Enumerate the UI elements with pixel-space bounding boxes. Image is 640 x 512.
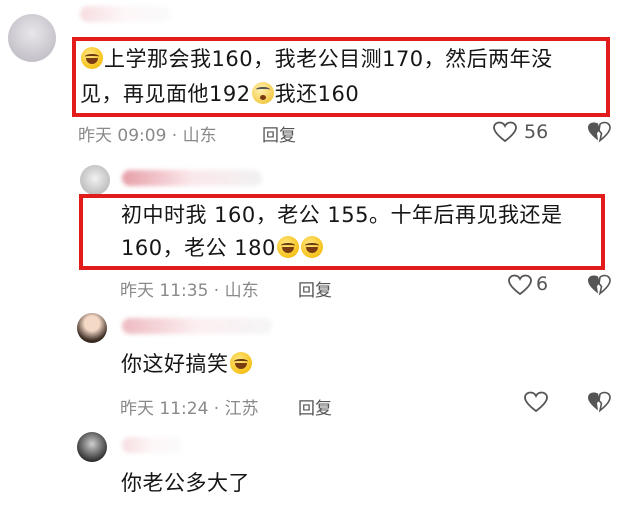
username-redacted: [122, 170, 262, 186]
laughing-emoji-icon: [81, 47, 103, 69]
username-redacted: [80, 6, 170, 22]
reply-button[interactable]: 回复: [298, 394, 332, 419]
comment-text: 你这好搞笑: [121, 348, 253, 381]
heart-icon[interactable]: [508, 274, 532, 296]
like-count: 6: [536, 273, 549, 295]
avatar[interactable]: [80, 165, 110, 195]
comment-text: 见，再见面他192 我还160: [80, 82, 360, 106]
like-count: 56: [524, 121, 549, 143]
avatar[interactable]: [77, 313, 107, 343]
laughing-emoji-icon: [300, 236, 323, 258]
laughing-emoji-icon: [276, 236, 299, 258]
laughing-emoji-icon: [229, 352, 252, 374]
broken-heart-icon[interactable]: [587, 391, 611, 413]
comment-text: 初中时我 160，老公 155。十年后再见我还是: [121, 203, 563, 227]
broken-heart-icon[interactable]: [587, 121, 611, 143]
avatar[interactable]: [77, 432, 107, 462]
comment-meta: 昨天 11:35 · 山东: [120, 281, 259, 301]
reply-button[interactable]: 回复: [262, 121, 296, 146]
comment-text: 你老公多大了: [121, 471, 250, 495]
comment-text: 上学那会我160，我老公目测170，然后两年没: [80, 43, 553, 76]
comment-meta: 昨天 09:09 · 山东: [78, 126, 217, 146]
comment-meta: 昨天 11:24 · 江苏: [120, 399, 259, 419]
pleading-emoji-icon: [251, 82, 274, 104]
comment-text: 160，老公 180: [121, 232, 324, 265]
username-redacted: [122, 318, 272, 334]
heart-icon[interactable]: [524, 391, 548, 413]
reply-button[interactable]: 回复: [298, 276, 332, 301]
heart-icon[interactable]: [493, 121, 517, 143]
username-redacted: [122, 437, 182, 453]
broken-heart-icon[interactable]: [587, 274, 611, 296]
avatar[interactable]: [8, 14, 56, 62]
